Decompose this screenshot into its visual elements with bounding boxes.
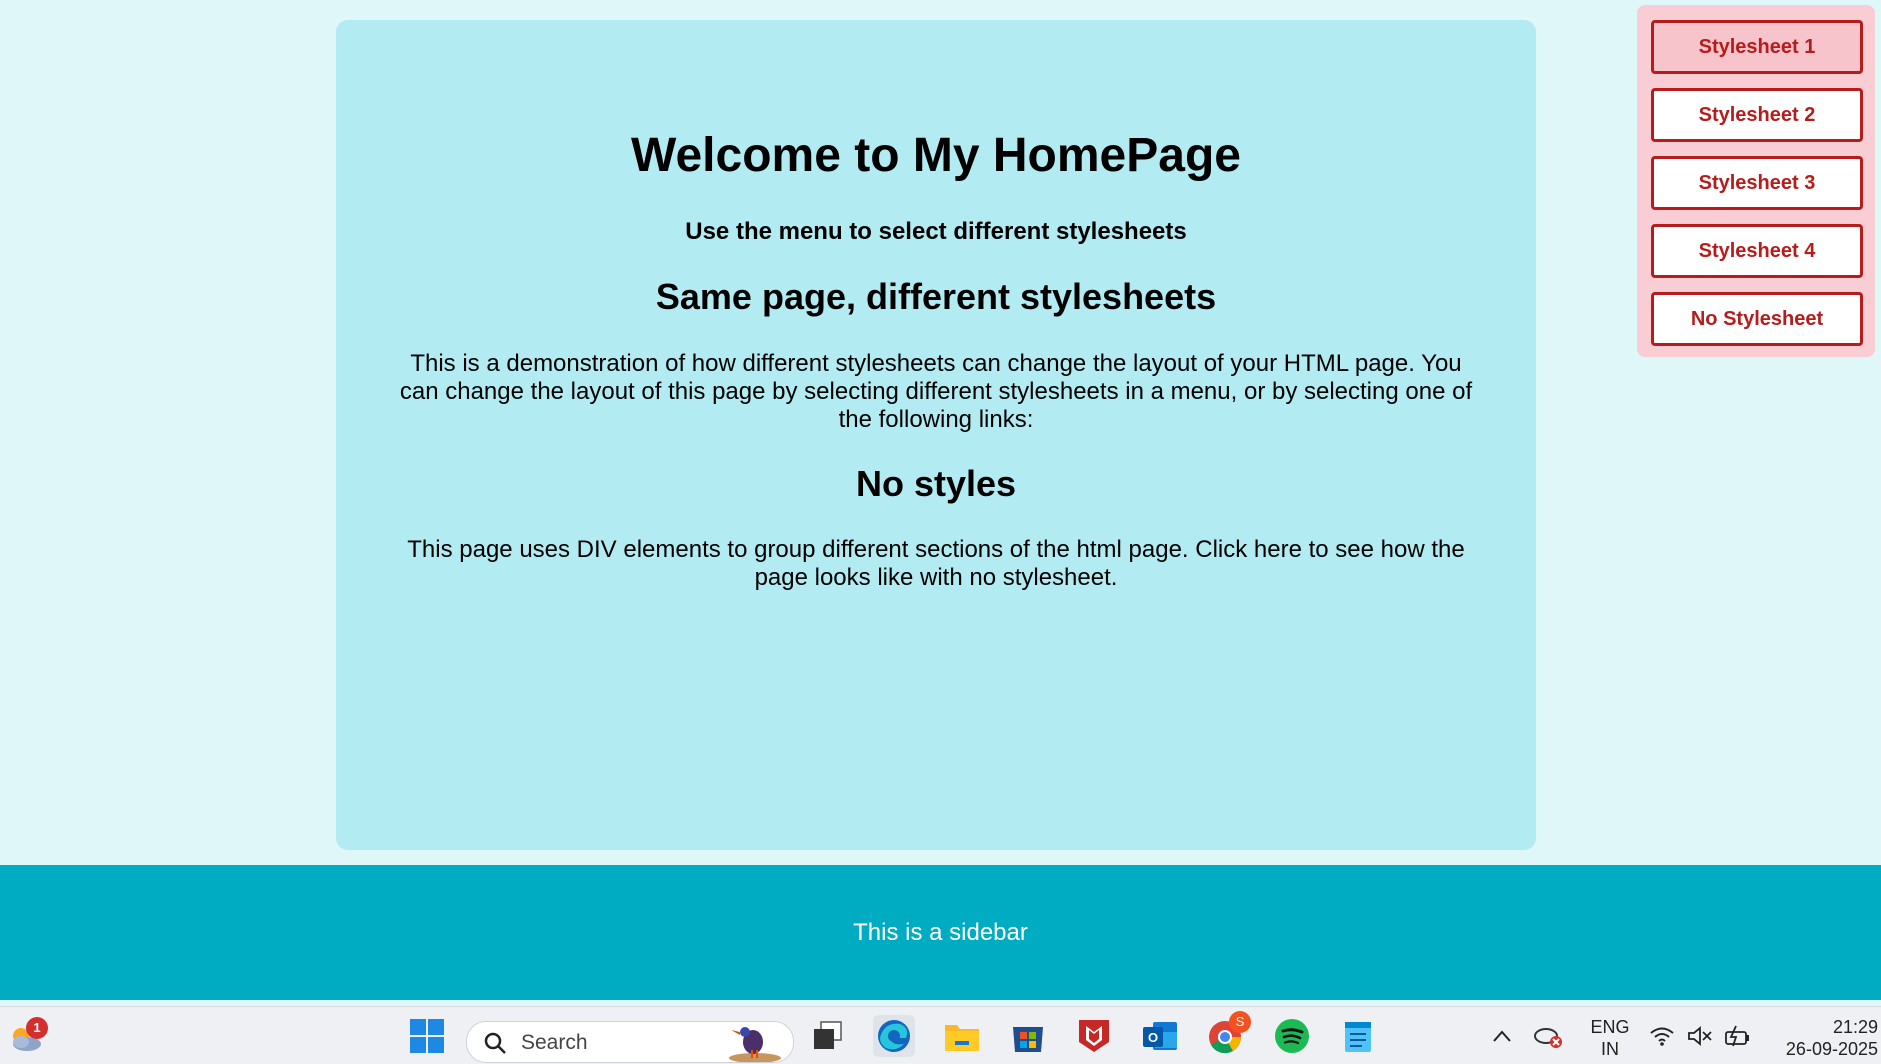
chrome-profile-badge: S [1229,1011,1251,1033]
page-background: Welcome to My HomePage Use the menu to s… [0,0,1881,1006]
page-title: Welcome to My HomePage [631,129,1241,182]
file-explorer-icon[interactable] [941,1015,983,1057]
section-heading-no-styles: No styles [855,463,1017,504]
stylesheet-menu: Stylesheet 1 Stylesheet 2 Stylesheet 3 S… [1637,5,1875,357]
taskbar-search-input[interactable]: Search [466,1021,794,1063]
svg-text:O: O [1148,1030,1158,1045]
region-label: IN [1601,1039,1619,1059]
search-placeholder: Search [521,1031,588,1054]
page-subtitle: Use the menu to select different stylesh… [685,218,1187,245]
sidebar-text: This is a sidebar [853,919,1028,946]
microsoft-store-icon[interactable] [1007,1015,1049,1057]
language-label: ENG [1590,1017,1630,1037]
chrome-icon[interactable]: S [1205,1011,1251,1057]
battery-icon[interactable] [1718,1015,1754,1057]
onedrive-icon[interactable] [1528,1015,1568,1057]
stylesheet-3-button[interactable]: Stylesheet 3 [1651,156,1863,210]
weather-icon[interactable]: 1 [4,1015,48,1057]
wifi-icon[interactable] [1644,1015,1680,1057]
task-view-icon[interactable] [806,1015,848,1057]
clock-date: 26-09-2025 [1785,1039,1878,1059]
windows-start-icon[interactable] [406,1015,448,1057]
no-stylesheet-button[interactable]: No Stylesheet [1651,292,1863,346]
notification-badge: 1 [26,1017,48,1039]
language-indicator[interactable]: ENG IN [1582,1016,1638,1060]
volume-muted-icon[interactable] [1682,1015,1718,1057]
clock-time: 21:29 [1832,1017,1878,1037]
section-text-stylesheets: This is a demonstration of how different… [399,350,1473,433]
stylesheet-1-button[interactable]: Stylesheet 1 [1651,20,1863,74]
spotify-icon[interactable] [1271,1015,1313,1057]
notepad-icon[interactable] [1337,1015,1379,1057]
sidebar: This is a sidebar [0,865,1881,1000]
section-heading-stylesheets: Same page, different stylesheets [655,276,1217,317]
section-text-no-styles: This page uses DIV elements to group dif… [407,536,1465,591]
stylesheet-4-button[interactable]: Stylesheet 4 [1651,224,1863,278]
search-icon [484,1032,506,1054]
stylesheet-2-button[interactable]: Stylesheet 2 [1651,88,1863,142]
clock[interactable]: 21:29 26-09-2025 [1766,1016,1878,1060]
main-content-card: Welcome to My HomePage Use the menu to s… [336,20,1536,850]
chevron-up-icon[interactable] [1481,1015,1523,1057]
outlook-icon[interactable]: O [1139,1015,1181,1057]
mcafee-icon[interactable] [1073,1015,1115,1057]
bird-illustration-icon [729,1027,781,1062]
taskbar: 1 Search O S ENG IN 21:29 26-09-2025 [0,1006,1881,1064]
edge-icon[interactable] [873,1015,915,1057]
